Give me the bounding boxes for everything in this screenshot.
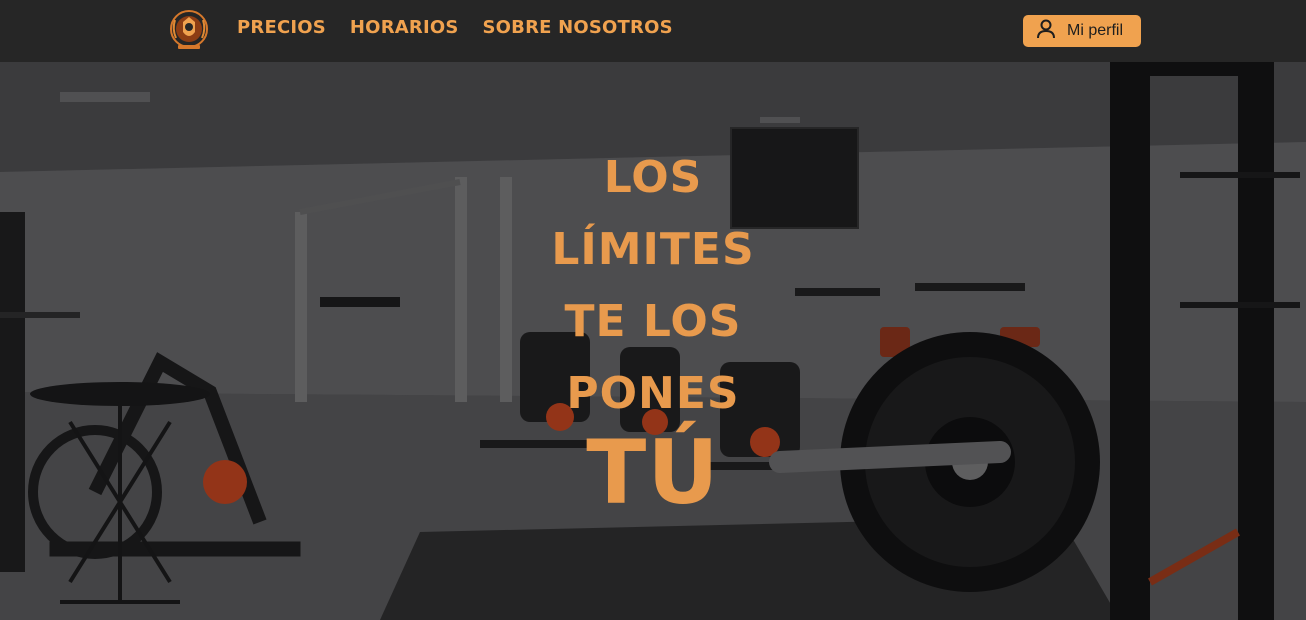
navbar: PRECIOS HORARIOS SOBRE NOSOTROS Mi perfi… bbox=[0, 0, 1306, 62]
headline-big-word: TÚ bbox=[586, 421, 720, 524]
user-icon bbox=[1035, 18, 1057, 44]
headline-line-2: LÍMITES bbox=[551, 224, 755, 275]
headline-line-4: PONES bbox=[566, 368, 740, 419]
profile-button[interactable]: Mi perfil bbox=[1023, 15, 1141, 47]
olympus-shield-logo-icon[interactable] bbox=[168, 8, 210, 52]
nav-link-precios[interactable]: PRECIOS bbox=[237, 17, 326, 38]
headline-line-1: LOS bbox=[603, 152, 703, 203]
hero-section: LOS LÍMITES TE LOS PONES TÚ bbox=[0, 62, 1306, 620]
headline-line-3: TE LOS bbox=[564, 296, 742, 347]
hero-headline: LOS LÍMITES TE LOS PONES TÚ bbox=[453, 142, 853, 518]
nav-link-horarios[interactable]: HORARIOS bbox=[350, 17, 459, 38]
main-nav: PRECIOS HORARIOS SOBRE NOSOTROS bbox=[237, 17, 673, 38]
profile-label: Mi perfil bbox=[1067, 22, 1124, 39]
nav-link-sobre-nosotros[interactable]: SOBRE NOSOTROS bbox=[483, 17, 673, 38]
